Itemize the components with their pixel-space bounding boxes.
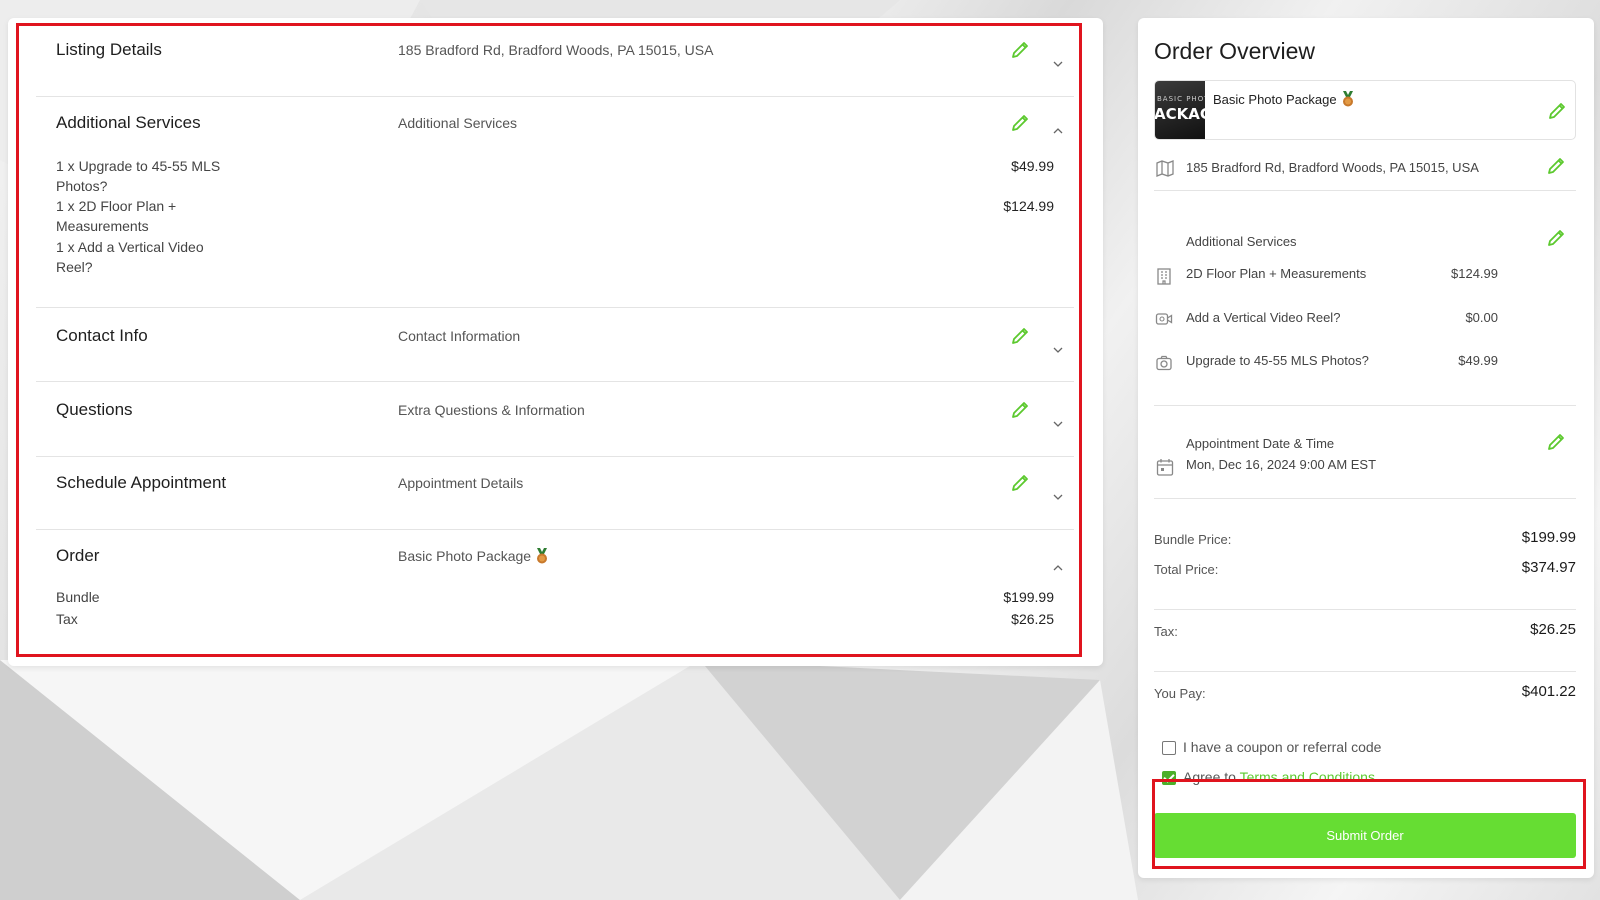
divider (1154, 405, 1576, 406)
edit-pencil-icon[interactable] (1546, 156, 1566, 176)
address-text: 185 Bradford Rd, Bradford Woods, PA 1501… (1186, 160, 1479, 175)
edit-pencil-icon[interactable] (1010, 326, 1030, 346)
section-subtitle: Extra Questions & Information (398, 402, 585, 418)
section-title: Contact Info (56, 326, 148, 345)
section-listing-details[interactable]: Listing Details 185 Bradford Rd, Bradfor… (36, 24, 1074, 97)
section-subtitle: Contact Information (398, 328, 521, 344)
order-overview-title: Order Overview (1154, 38, 1316, 64)
service-price: $49.99 (1458, 353, 1498, 368)
you-pay-value: $401.22 (1521, 683, 1576, 700)
bundle-price-value: $199.99 (1521, 529, 1576, 546)
edit-pencil-icon[interactable] (1010, 473, 1030, 493)
tax-label: Tax: (1154, 624, 1178, 639)
service-label: 2D Floor Plan + Measurements (1186, 266, 1367, 281)
service-item: 1 x Upgrade to 45-55 MLS Photos? (56, 158, 221, 194)
terms-prefix: Agree to (1183, 769, 1240, 785)
section-order[interactable]: Order Basic Photo Package Bundle $199.99… (36, 530, 1074, 650)
edit-pencil-icon[interactable] (1547, 101, 1567, 121)
appointment-heading: Appointment Date & Time (1186, 436, 1335, 451)
tax-value: $26.25 (1530, 621, 1576, 638)
section-questions[interactable]: Questions Extra Questions & Information (36, 382, 1074, 457)
edit-pencil-icon[interactable] (1010, 113, 1030, 133)
chevron-down-icon[interactable] (1052, 346, 1064, 354)
order-line-price: $26.25 (1011, 611, 1054, 627)
section-additional-services[interactable]: Additional Services Additional Services … (36, 97, 1074, 308)
section-subtitle: Basic Photo Package (398, 548, 549, 564)
video-icon (1155, 313, 1173, 325)
coupon-checkbox[interactable] (1162, 741, 1176, 755)
you-pay-label: You Pay: (1154, 686, 1206, 701)
edit-pencil-icon[interactable] (1010, 400, 1030, 420)
appointment-value: Mon, Dec 16, 2024 9:00 AM EST (1186, 457, 1377, 472)
thumbnail-title: ACKAG (1155, 105, 1205, 123)
section-title: Listing Details (56, 40, 162, 59)
edit-pencil-icon[interactable] (1546, 228, 1566, 248)
building-icon (1157, 268, 1171, 285)
section-title: Additional Services (56, 113, 201, 132)
terms-link[interactable]: Terms and Conditions (1240, 769, 1375, 785)
section-subtitle: 185 Bradford Rd, Bradford Woods, PA 1501… (398, 42, 714, 58)
section-title: Questions (56, 400, 133, 419)
service-label: Add a Vertical Video Reel? (1186, 310, 1341, 325)
chevron-down-icon[interactable] (1052, 60, 1064, 68)
service-price: $0.00 (1465, 310, 1498, 325)
chevron-up-icon[interactable] (1052, 564, 1064, 572)
divider (1154, 609, 1576, 610)
order-overview-panel: Order Overview BASIC PHOT ACKAG Basic Ph… (1138, 18, 1594, 878)
coupon-label[interactable]: I have a coupon or referral code (1183, 739, 1381, 755)
section-title: Order (56, 546, 100, 565)
total-price-value: $374.97 (1521, 559, 1576, 576)
service-price: $124.99 (1003, 198, 1054, 214)
order-line-label: Bundle (56, 589, 100, 605)
package-name: Basic Photo Package (1213, 91, 1355, 107)
terms-checkbox[interactable] (1162, 771, 1176, 785)
section-subtitle: Appointment Details (398, 475, 524, 491)
order-line-price: $199.99 (1003, 589, 1054, 605)
thumbnail-caption: BASIC PHOT (1157, 95, 1205, 103)
chevron-up-icon[interactable] (1052, 127, 1064, 135)
section-title: Schedule Appointment (56, 473, 227, 492)
services-heading: Additional Services (1186, 234, 1297, 249)
medal-icon (537, 548, 548, 564)
edit-pencil-icon[interactable] (1546, 432, 1566, 452)
package-name: Basic Photo Package (398, 548, 532, 564)
divider (1154, 671, 1576, 672)
section-subtitle: Additional Services (398, 115, 518, 131)
service-label: Upgrade to 45-55 MLS Photos? (1186, 353, 1369, 368)
calendar-icon (1156, 459, 1174, 476)
service-item: 1 x Add a Vertical Video Reel? (56, 239, 204, 275)
chevron-down-icon[interactable] (1052, 420, 1064, 428)
chevron-down-icon[interactable] (1052, 493, 1064, 501)
divider (1154, 498, 1576, 499)
service-item: 1 x 2D Floor Plan + Measurements (56, 198, 177, 234)
terms-label: Agree to Terms and Conditions (1183, 769, 1375, 785)
section-schedule-appointment[interactable]: Schedule Appointment Appointment Details (36, 457, 1074, 530)
package-name-text: Basic Photo Package (1213, 92, 1337, 107)
map-icon (1156, 160, 1174, 177)
medal-icon (1342, 91, 1353, 107)
section-contact-info[interactable]: Contact Info Contact Information (36, 308, 1074, 382)
package-thumbnail: BASIC PHOT ACKAG (1155, 81, 1205, 139)
camera-icon (1156, 355, 1172, 371)
submit-order-button[interactable]: Submit Order (1154, 813, 1576, 858)
bundle-price-label: Bundle Price: (1154, 532, 1232, 547)
total-price-label: Total Price: (1154, 562, 1219, 577)
divider (1154, 190, 1576, 191)
edit-pencil-icon[interactable] (1010, 40, 1030, 60)
service-price: $49.99 (1011, 158, 1054, 174)
order-line-label: Tax (56, 611, 78, 627)
package-card: BASIC PHOT ACKAG Basic Photo Package (1154, 80, 1576, 140)
service-price: $124.99 (1451, 266, 1498, 281)
